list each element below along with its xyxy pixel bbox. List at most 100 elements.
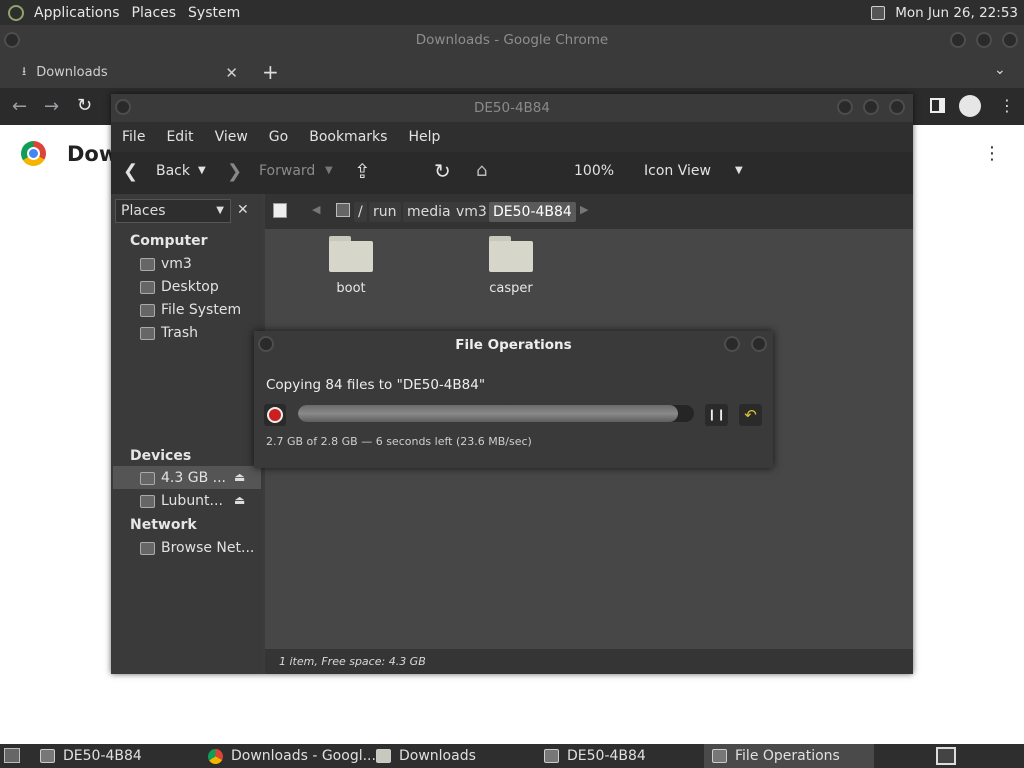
fo-titlebar: File Operations (254, 331, 773, 359)
download-icon: ⭳ (22, 64, 27, 78)
task-chrome-downloads[interactable]: Downloads - Googl... (200, 744, 376, 768)
forward-arrow-icon[interactable]: → (44, 96, 59, 117)
sidebar-item-label: File System (161, 302, 242, 318)
sidebar-close-icon[interactable]: ✕ (237, 202, 249, 218)
task-de50-4b84-2[interactable]: DE50-4B84 (536, 744, 646, 768)
system-menu[interactable]: System (182, 5, 246, 21)
path-scroll-right-icon[interactable]: ▶ (580, 203, 588, 216)
fo-minimize-button[interactable] (724, 336, 740, 352)
chrome-close-button[interactable] (1002, 32, 1018, 48)
drive-icon (140, 303, 155, 317)
sidebar-item-file-system[interactable]: File System (140, 299, 260, 321)
back-button[interactable]: Back (156, 163, 190, 179)
copy-message: Copying 84 files to "DE50-4B84" (266, 377, 486, 393)
up-icon[interactable]: ⇪ (354, 159, 371, 183)
places-dropdown-icon: ▼ (216, 205, 224, 216)
menu-help[interactable]: Help (397, 129, 450, 145)
fo-close-button[interactable] (751, 336, 767, 352)
eject-icon[interactable]: ⏏ (234, 470, 245, 484)
menu-file[interactable]: File (111, 129, 155, 145)
path-crumb-media[interactable]: media (403, 202, 455, 222)
folder-icon[interactable] (489, 236, 533, 272)
copy-progress-fill (298, 405, 679, 422)
eject-icon[interactable]: ⏏ (234, 493, 245, 507)
path-crumb-run[interactable]: run (369, 202, 401, 222)
chrome-minimize-button[interactable] (950, 32, 966, 48)
sidebar-item-label: 4.3 GB ... (161, 470, 226, 486)
task-de50-4b84[interactable]: DE50-4B84 (32, 744, 142, 768)
home-icon[interactable]: ⌂ (476, 160, 487, 181)
path-crumb-root[interactable]: / (354, 202, 367, 222)
sidebar-item-vm3[interactable]: vm3 (140, 253, 260, 275)
applications-menu[interactable]: Applications (28, 5, 126, 21)
chrome-tab-title: Downloads (36, 65, 108, 80)
file-item-casper[interactable]: casper (471, 281, 551, 296)
view-mode-dropdown-icon[interactable]: ▼ (735, 165, 743, 176)
task-downloads-folder[interactable]: Downloads (368, 744, 476, 768)
show-desktop-icon[interactable] (4, 748, 20, 763)
fm-window-menu-icon[interactable] (115, 99, 131, 115)
edit-path-icon[interactable] (273, 203, 287, 218)
fm-sidebar: Places ▼ ✕ Computer vm3 Desktop File Sys… (111, 194, 263, 674)
fm-toolbar: ❮ Back ▼ ❯ Forward ▼ ⇪ ↻ ⌂ 100% Icon Vie… (111, 152, 913, 242)
chrome-tab-downloads[interactable]: ⭳ Downloads ✕ (8, 57, 248, 88)
menu-go[interactable]: Go (258, 129, 298, 145)
tray-icon[interactable] (936, 747, 956, 765)
sidebar-item-desktop[interactable]: Desktop (140, 276, 260, 298)
path-crumb-current[interactable]: DE50-4B84 (489, 202, 576, 222)
side-panel-icon[interactable] (930, 98, 945, 113)
forward-icon[interactable]: ❯ (227, 161, 242, 182)
path-scroll-left-icon[interactable]: ◀ (312, 203, 320, 216)
task-label: File Operations (735, 748, 840, 764)
sidebar-item-label: Trash (161, 325, 198, 341)
task-file-operations[interactable]: File Operations (704, 744, 874, 768)
network-status-icon[interactable] (871, 5, 886, 20)
folder-icon[interactable] (329, 236, 373, 272)
reload-icon[interactable]: ↻ (77, 95, 92, 116)
menu-view[interactable]: View (204, 129, 258, 145)
fm-minimize-button[interactable] (837, 99, 853, 115)
undo-button[interactable]: ↶ (739, 404, 762, 426)
fo-window-menu-icon[interactable] (258, 336, 274, 352)
task-label: Downloads - Googl... (231, 748, 376, 764)
pause-button[interactable]: ❙❙ (705, 404, 728, 426)
chrome-window-title: Downloads - Google Chrome (415, 32, 609, 48)
forward-button[interactable]: Forward (259, 163, 315, 179)
distro-logo-icon[interactable] (8, 4, 24, 21)
menu-edit[interactable]: Edit (155, 129, 203, 145)
back-icon[interactable]: ❮ (123, 161, 138, 182)
forward-dropdown-icon[interactable]: ▼ (325, 165, 333, 176)
new-tab-button[interactable]: + (262, 60, 279, 84)
sidebar-item-browse-network[interactable]: Browse Net... (140, 537, 260, 559)
copy-progress-bar (298, 405, 694, 422)
reload-icon[interactable]: ↻ (434, 159, 451, 183)
clock[interactable]: Mon Jun 26, 22:53 (895, 5, 1018, 21)
chrome-window-menu-icon[interactable] (4, 32, 20, 48)
places-select-label: Places (121, 203, 166, 219)
folder-icon (376, 749, 391, 763)
sidebar-item-trash[interactable]: Trash (140, 322, 260, 344)
file-item-boot[interactable]: boot (311, 281, 391, 296)
status-text: 1 item, Free space: 4.3 GB (279, 655, 426, 668)
path-crumb-vm3[interactable]: vm3 (452, 202, 491, 222)
drive-root-icon[interactable] (336, 203, 350, 217)
back-dropdown-icon[interactable]: ▼ (198, 165, 206, 176)
chrome-maximize-button[interactable] (976, 32, 992, 48)
cancel-copy-button[interactable] (264, 404, 286, 426)
zoom-level[interactable]: 100% (574, 163, 614, 179)
menu-bookmarks[interactable]: Bookmarks (298, 129, 397, 145)
view-mode-select[interactable]: Icon View (644, 163, 711, 179)
chrome-icon (208, 748, 223, 764)
fm-maximize-button[interactable] (863, 99, 879, 115)
chrome-menu-icon[interactable]: ⋮ (999, 96, 1015, 115)
profile-avatar-icon[interactable] (959, 95, 981, 117)
back-arrow-icon[interactable]: ← (12, 96, 27, 117)
page-menu-icon[interactable]: ⋮ (983, 143, 1001, 164)
tab-search-icon[interactable]: ⌄ (994, 62, 1006, 78)
fm-close-button[interactable] (889, 99, 905, 115)
places-menu[interactable]: Places (126, 5, 183, 21)
home-folder-icon (140, 257, 155, 271)
tab-close-icon[interactable]: ✕ (225, 64, 238, 82)
sidebar-places-select[interactable]: Places ▼ (115, 199, 231, 223)
chrome-logo-icon (21, 141, 46, 166)
